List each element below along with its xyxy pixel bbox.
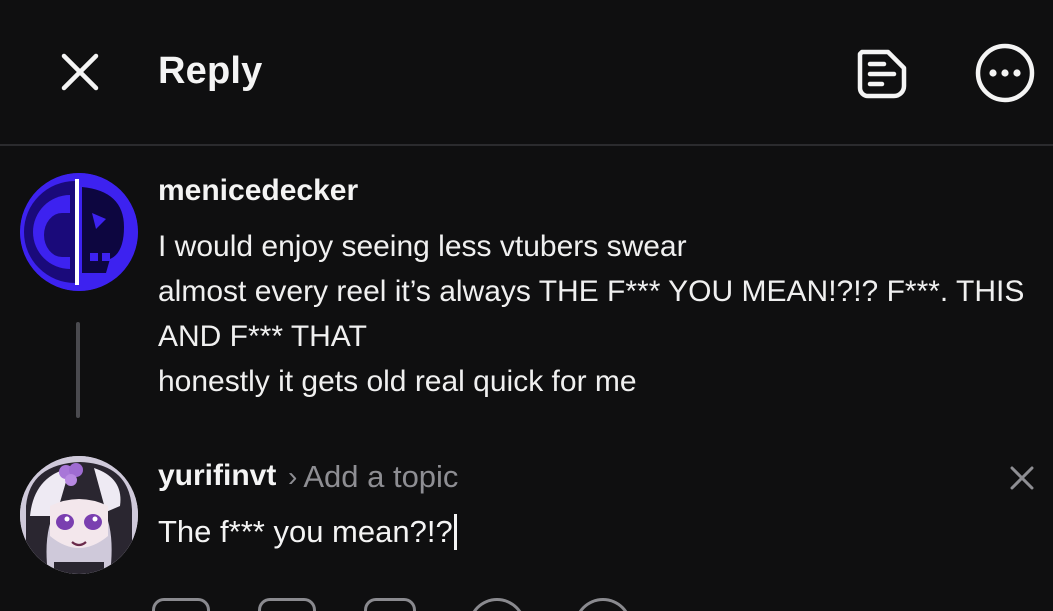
composer-username: yurifinvt — [158, 459, 277, 492]
original-post-username[interactable]: menicedecker — [158, 174, 358, 208]
attach-image-icon[interactable] — [152, 598, 210, 611]
original-post-line: honestly it gets old real quick for me — [158, 365, 637, 398]
my-avatar — [20, 456, 138, 574]
reply-text: The f*** you mean?!? — [158, 514, 453, 549]
clear-reply-button[interactable] — [1004, 460, 1040, 496]
page-title: Reply — [158, 50, 263, 92]
clear-icon — [1010, 466, 1034, 490]
original-post-line: almost every reel it’s always THE F*** Y… — [158, 275, 1025, 308]
draft-note-icon — [857, 49, 907, 99]
original-post-line: AND F*** THAT — [158, 320, 367, 353]
drafts-button[interactable] — [848, 40, 914, 106]
original-post-text: I would enjoy seeing less vtubers swear … — [158, 224, 1048, 404]
reply-screen: Reply menicedecker I would enjoy seeing … — [0, 0, 1053, 611]
add-topic-button[interactable]: › Add a topic — [288, 459, 458, 495]
chevron-right-icon: › — [288, 461, 298, 492]
more-options-icon — [975, 43, 1035, 103]
add-topic-placeholder: Add a topic — [303, 459, 459, 494]
more-options-button[interactable] — [972, 40, 1038, 106]
original-post-line: I would enjoy seeing less vtubers swear — [158, 230, 687, 263]
thread-connector-line — [76, 322, 80, 418]
original-post: menicedecker I would enjoy seeing less v… — [0, 146, 1053, 436]
reply-composer: yurifinvt › Add a topic The f*** you mea… — [0, 436, 1053, 611]
microphone-icon[interactable] — [364, 598, 416, 611]
reply-text-input[interactable]: The f*** you mean?!? — [158, 510, 1018, 554]
avatar[interactable] — [20, 173, 138, 291]
avatar-image — [20, 173, 138, 291]
header: Reply — [0, 0, 1053, 146]
close-icon — [61, 53, 99, 91]
close-button[interactable] — [56, 48, 104, 96]
my-avatar-image — [20, 456, 138, 574]
gif-icon[interactable] — [258, 598, 316, 611]
text-caret — [453, 514, 457, 550]
